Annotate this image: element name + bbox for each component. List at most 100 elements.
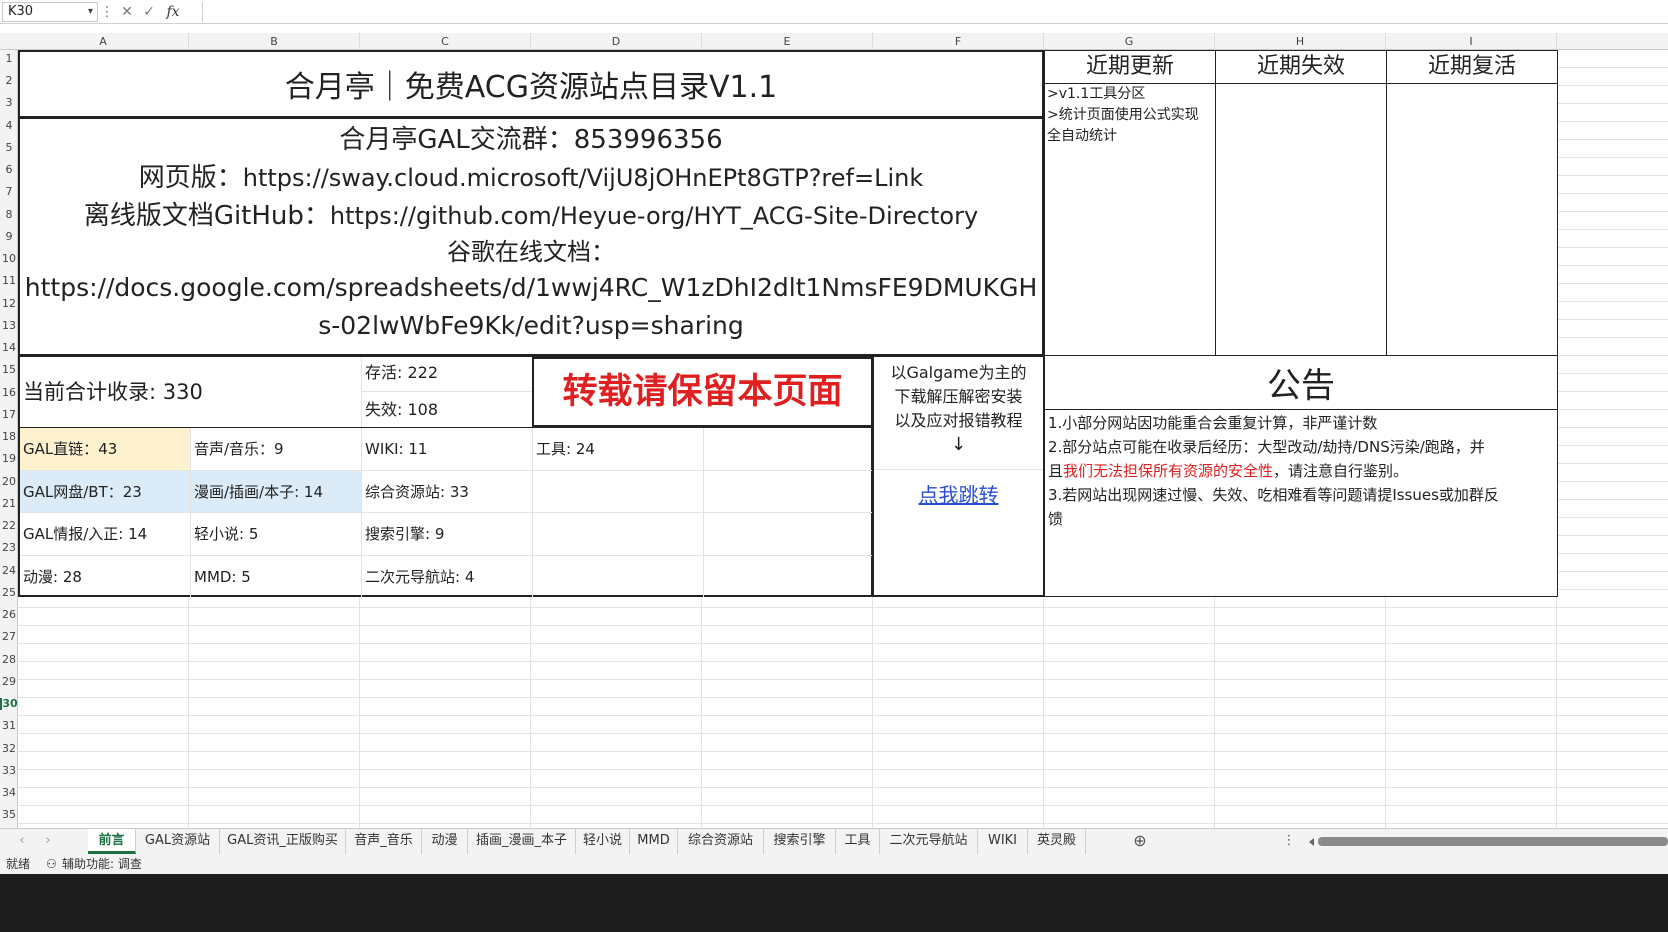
row-header-25[interactable]: 25 (0, 586, 18, 599)
info-panel[interactable]: 合月亭GAL交流群：853996356 网页版：https://sway.clo… (18, 117, 1044, 356)
category-cell[interactable]: 漫画/插画/本子: 14 (191, 470, 362, 513)
guide-panel[interactable]: 以Galgame为主的 下载解压解密安装 以及应对报错教程 ↓ 点我跳转 (872, 355, 1045, 597)
sheet-tab[interactable]: MMD (630, 829, 678, 854)
sheet-tab[interactable]: 插画_漫画_本子 (468, 829, 576, 854)
row-header-24[interactable]: 24 (0, 564, 18, 577)
row-header-35[interactable]: 35 (0, 809, 18, 821)
row-header-9[interactable]: 9 (0, 230, 18, 243)
cancel-icon[interactable]: ✕ (118, 2, 136, 22)
more-options-icon[interactable]: ⋮ (100, 2, 114, 22)
row-header-34[interactable]: 34 (0, 787, 18, 799)
row-header-7[interactable]: 7 (0, 186, 18, 198)
category-cell[interactable] (704, 556, 873, 599)
scroll-left-icon[interactable]: ‹ (10, 829, 34, 854)
notice-panel[interactable]: 公告 1.小部分网站因功能重合会重复计算，非严谨计数 2.部分站点可能在收录后经… (1044, 355, 1558, 597)
row-header-3[interactable]: 3 (0, 97, 18, 109)
row-header-32[interactable]: 32 (0, 742, 18, 755)
category-cell[interactable]: 搜索引擎: 9 (362, 513, 533, 556)
sheet-tab[interactable]: 英灵殿 (1028, 829, 1086, 854)
google-url-line1[interactable]: https://docs.google.com/spreadsheets/d/1… (20, 269, 1042, 307)
scroll-right-icon[interactable]: › (36, 829, 60, 854)
chevron-down-icon[interactable]: ▾ (88, 3, 93, 21)
row-header-18[interactable]: 18 (0, 431, 18, 443)
name-box[interactable]: K30 ▾ (2, 2, 98, 22)
row-header-12[interactable]: 12 (0, 297, 18, 310)
row-header-1[interactable]: 1 (0, 53, 18, 65)
category-cell[interactable]: 动漫: 28 (20, 555, 191, 598)
category-cell[interactable] (533, 555, 704, 598)
category-cell[interactable]: 综合资源站: 33 (362, 470, 533, 513)
category-cell[interactable]: GAL情报/入正: 14 (20, 513, 191, 556)
column-header-d[interactable]: D (531, 33, 702, 50)
row-header-30[interactable]: 30 (0, 698, 18, 711)
row-header-6[interactable]: 6 (0, 164, 18, 176)
category-cell[interactable] (533, 470, 704, 513)
enter-icon[interactable]: ✓ (140, 2, 158, 22)
column-header-g[interactable]: G (1044, 33, 1215, 50)
column-header-i[interactable]: I (1386, 33, 1557, 50)
sheet-tab[interactable]: 搜索引擎 (764, 829, 836, 854)
row-header-4[interactable]: 4 (0, 119, 18, 132)
category-cell[interactable]: WIKI: 11 (362, 428, 533, 471)
function-icon[interactable]: fx (162, 2, 184, 22)
category-cell[interactable]: 音声/音乐：9 (191, 428, 362, 471)
category-cell[interactable] (533, 513, 704, 556)
row-header-22[interactable]: 22 (0, 520, 18, 532)
row-header-20[interactable]: 20 (0, 475, 18, 488)
column-header-h[interactable]: H (1215, 33, 1386, 50)
sheet-tab[interactable]: GAL资源站 (136, 829, 220, 854)
row-header-17[interactable]: 17 (0, 408, 18, 421)
category-cell[interactable] (704, 471, 873, 513)
github-url[interactable]: https://github.com/Heyue-org/HYT_ACG-Sit… (330, 202, 978, 230)
recent-revivals-panel[interactable]: 近期复活 (1386, 50, 1558, 356)
formula-input[interactable] (202, 2, 1662, 22)
row-header-10[interactable]: 10 (0, 253, 18, 265)
sheet-tab[interactable]: 二次元导航站 (880, 829, 978, 854)
category-cell[interactable]: 二次元导航站: 4 (362, 555, 533, 598)
row-header-19[interactable]: 19 (0, 453, 18, 465)
row-header-13[interactable]: 13 (0, 319, 18, 332)
row-header-16[interactable]: 16 (0, 386, 18, 399)
category-cell[interactable]: GAL网盘/BT：23 (20, 470, 191, 513)
sheet-tab[interactable]: 音声_音乐 (346, 829, 422, 854)
column-header-e[interactable]: E (702, 33, 873, 50)
category-cell[interactable] (704, 428, 873, 471)
row-header-15[interactable]: 15 (0, 364, 18, 376)
page-title[interactable]: 合月亭｜免费ACG资源站点目录V1.1 (18, 50, 1044, 118)
category-cell[interactable] (704, 513, 873, 556)
sheet-tab[interactable]: 轻小说 (576, 829, 630, 854)
accessibility-icon[interactable]: ⚇ (46, 854, 57, 874)
sheet-tab[interactable]: WIKI (978, 829, 1028, 854)
row-header-21[interactable]: 21 (0, 497, 18, 510)
row-header-31[interactable]: 31 (0, 720, 18, 732)
column-header-a[interactable]: A (18, 33, 189, 50)
category-cell[interactable]: 轻小说: 5 (191, 513, 362, 556)
accessibility-status[interactable]: 辅助功能: 调查 (62, 854, 142, 874)
row-header-11[interactable]: 11 (0, 275, 18, 287)
sheet-tab[interactable]: 综合资源站 (678, 829, 764, 854)
google-url-line2[interactable]: s-02lwWbFe9Kk/edit?usp=sharing (20, 307, 1042, 345)
recent-failures-panel[interactable]: 近期失效 (1215, 50, 1387, 356)
category-cell[interactable]: GAL直链：43 (20, 428, 191, 471)
category-cell[interactable]: MMD: 5 (191, 555, 362, 598)
row-header-8[interactable]: 8 (0, 208, 18, 221)
row-header-14[interactable]: 14 (0, 342, 18, 354)
more-options-icon[interactable]: ⋮ (1282, 829, 1296, 854)
column-header-b[interactable]: B (189, 33, 360, 50)
row-header-23[interactable]: 23 (0, 542, 18, 554)
recent-updates-panel[interactable]: 近期更新 >v1.1工具分区 >统计页面使用公式实现 全自动统计 (1044, 50, 1216, 356)
row-header-2[interactable]: 2 (0, 75, 18, 87)
category-cell[interactable]: 工具: 24 (533, 428, 704, 471)
sheet-tab[interactable]: 动漫 (422, 829, 468, 854)
row-header-33[interactable]: 33 (0, 764, 18, 777)
jump-link[interactable]: 点我跳转 (919, 483, 999, 507)
horizontal-scrollbar[interactable] (1318, 837, 1668, 846)
scroll-left-icon[interactable] (1306, 838, 1314, 846)
row-header-5[interactable]: 5 (0, 141, 18, 154)
add-sheet-icon[interactable]: ⊕ (1128, 829, 1152, 854)
column-header-f[interactable]: F (873, 33, 1044, 50)
row-header-26[interactable]: 26 (0, 609, 18, 621)
row-header-29[interactable]: 29 (0, 675, 18, 688)
sheet-tab[interactable]: 工具 (836, 829, 880, 854)
row-header-27[interactable]: 27 (0, 631, 18, 643)
